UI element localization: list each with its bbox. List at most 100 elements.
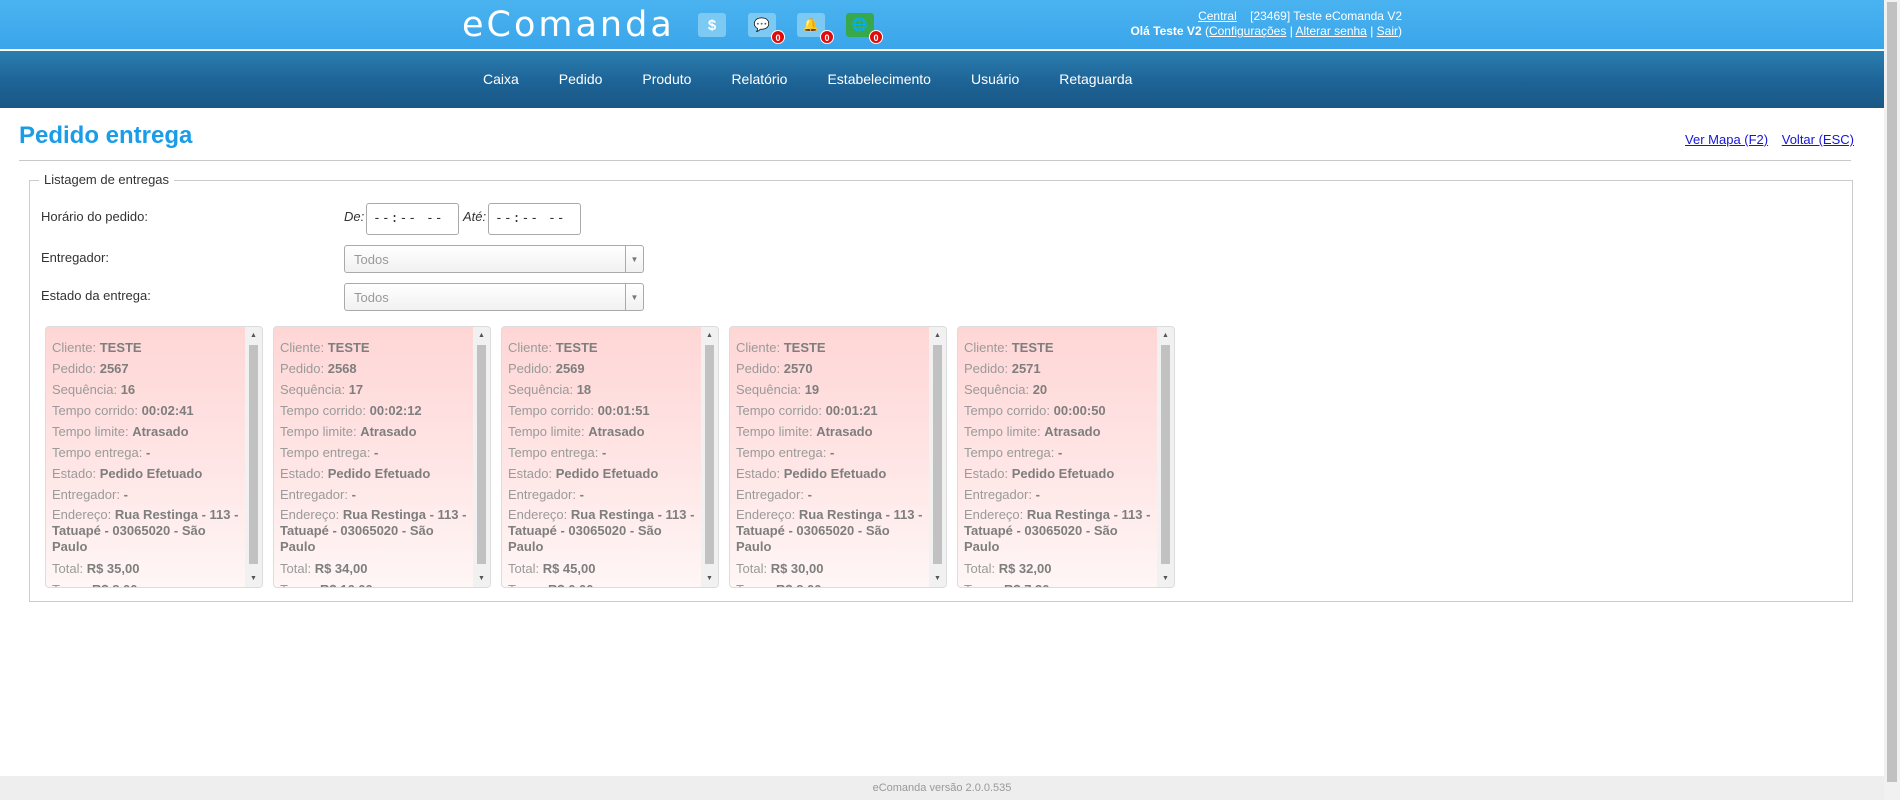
delivery-status-select[interactable]: Todos ▼ [344,283,644,311]
dollar-icon[interactable]: $ [698,13,726,37]
card-status-value: Pedido Efetuado [555,466,659,481]
globe-icon[interactable]: 🌐 0 [846,13,883,44]
settings-link[interactable]: Configurações [1209,24,1286,38]
card-elapsed-time-row: Tempo corrido: 00:00:50 [964,400,1152,421]
central-link[interactable]: Central [1198,9,1237,23]
fieldset-legend: Listagem de entregas [39,172,175,187]
card-courier-value: - [807,487,812,502]
card-courier-label: Entregador: [280,487,348,502]
card-total-value: R$ 30,00 [770,561,824,576]
delivery-status-label: Estado da entrega: [41,288,151,303]
from-time-input[interactable]: --:-- -- [366,203,459,235]
card-order-row: Pedido: 2567 [52,358,240,379]
nav-item-estabelecimento[interactable]: Estabelecimento [807,51,951,108]
card-total-value: R$ 34,00 [314,561,368,576]
to-time-input[interactable]: --:-- -- [488,203,581,235]
card-client-label: Cliente: [736,340,781,355]
scroll-down-icon[interactable]: ▼ [1157,570,1174,587]
change-password-link[interactable]: Alterar senha [1295,24,1366,38]
scroll-up-icon[interactable]: ▲ [245,327,262,344]
back-link[interactable]: Voltar (ESC) [1782,132,1854,147]
card-time-limit-value: Atrasado [816,424,873,439]
card-total-label: Total: [280,561,312,576]
card-delivery-time-value: - [145,445,151,460]
card-scrollbar[interactable]: ▲ ▼ [929,327,946,587]
card-sequence-value: 20 [1032,382,1048,397]
card-total-row: Total: R$ 45,00 [508,558,696,579]
nav-item-caixa[interactable]: Caixa [463,51,539,108]
card-change-label: Troco: [964,582,1000,587]
delivery-card[interactable]: Cliente: TESTE Pedido: 2569 Sequência: 18 T… [501,326,719,588]
delivery-card-body: Cliente: TESTE Pedido: 2568 Sequência: 17 T… [280,337,468,587]
card-scrollbar[interactable]: ▲ ▼ [1157,327,1174,587]
card-total-value: R$ 35,00 [86,561,140,576]
card-total-row: Total: R$ 35,00 [52,558,240,579]
scroll-up-icon[interactable]: ▲ [929,327,946,344]
card-scrollbar-thumb[interactable] [477,345,486,564]
card-status-label: Estado: [508,466,553,481]
nav-item-pedido[interactable]: Pedido [539,51,623,108]
delivery-card[interactable]: Cliente: TESTE Pedido: 2568 Sequência: 17 T… [273,326,491,588]
card-status-row: Estado: Pedido Efetuado [964,463,1152,484]
page-scrollbar[interactable] [1884,0,1900,800]
scroll-down-icon[interactable]: ▼ [473,570,490,587]
card-status-label: Estado: [736,466,781,481]
nav-item-produto[interactable]: Produto [622,51,711,108]
card-scrollbar[interactable]: ▲ ▼ [473,327,490,587]
view-map-link[interactable]: Ver Mapa (F2) [1685,132,1768,147]
card-elapsed-time-row: Tempo corrido: 00:02:41 [52,400,240,421]
card-scrollbar-thumb[interactable] [249,345,258,564]
card-sequence-label: Sequência: [508,382,574,397]
card-change-row: Troco: R$ 8,00 [52,579,240,587]
card-change-row: Troco: R$ 16,00 [280,579,468,587]
card-scrollbar-thumb[interactable] [1161,345,1170,564]
nav-item-retaguarda[interactable]: Retaguarda [1039,51,1152,108]
card-scrollbar[interactable]: ▲ ▼ [245,327,262,587]
card-status-value: Pedido Efetuado [783,466,887,481]
bell-icon-glyph: 🔔 [802,17,820,32]
card-delivery-time-row: Tempo entrega: - [508,442,696,463]
card-delivery-time-label: Tempo entrega: [280,445,371,460]
scroll-up-icon[interactable]: ▲ [473,327,490,344]
nav-item-relatorio[interactable]: Relatório [711,51,807,108]
delivery-card[interactable]: Cliente: TESTE Pedido: 2570 Sequência: 19 T… [729,326,947,588]
card-total-row: Total: R$ 32,00 [964,558,1152,579]
card-scrollbar[interactable]: ▲ ▼ [701,327,718,587]
delivery-card-body: Cliente: TESTE Pedido: 2569 Sequência: 18 T… [508,337,696,587]
delivery-card[interactable]: Cliente: TESTE Pedido: 2567 Sequência: 16 T… [45,326,263,588]
card-elapsed-time-label: Tempo corrido: [964,403,1050,418]
card-courier-value: - [123,487,128,502]
logout-link[interactable]: Sair [1377,24,1398,38]
chat-icon[interactable]: 💬 0 [748,13,785,44]
nav-item-usuario[interactable]: Usuário [951,51,1039,108]
courier-select[interactable]: Todos ▼ [344,245,644,273]
card-scrollbar-thumb[interactable] [705,345,714,564]
footer: eComanda versão 2.0.0.535 [0,776,1884,800]
scroll-up-icon[interactable]: ▲ [701,327,718,344]
delivery-card[interactable]: Cliente: TESTE Pedido: 2571 Sequência: 20 T… [957,326,1175,588]
card-client-label: Cliente: [52,340,97,355]
card-sequence-value: 19 [804,382,820,397]
card-delivery-time-value: - [1057,445,1063,460]
card-change-label: Troco: [736,582,772,587]
card-delivery-time-label: Tempo entrega: [508,445,599,460]
delivery-list-fieldset: Listagem de entregas Horário do pedido: … [29,172,1853,602]
card-status-row: Estado: Pedido Efetuado [508,463,696,484]
card-order-row: Pedido: 2571 [964,358,1152,379]
card-order-label: Pedido: [736,361,781,376]
scroll-down-icon[interactable]: ▼ [929,570,946,587]
page-scrollbar-thumb[interactable] [1887,2,1897,782]
card-change-value: R$ 8,00 [776,582,822,587]
scroll-up-icon[interactable]: ▲ [1157,327,1174,344]
scroll-down-icon[interactable]: ▼ [245,570,262,587]
card-client-value: TESTE [555,340,598,355]
card-status-label: Estado: [280,466,325,481]
card-order-value: 2569 [555,361,585,376]
card-courier-label: Entregador: [964,487,1032,502]
scroll-down-icon[interactable]: ▼ [701,570,718,587]
card-time-limit-value: Atrasado [1044,424,1101,439]
card-scrollbar-thumb[interactable] [933,345,942,564]
card-order-label: Pedido: [964,361,1009,376]
card-client-value: TESTE [327,340,370,355]
bell-icon[interactable]: 🔔 0 [797,13,834,44]
